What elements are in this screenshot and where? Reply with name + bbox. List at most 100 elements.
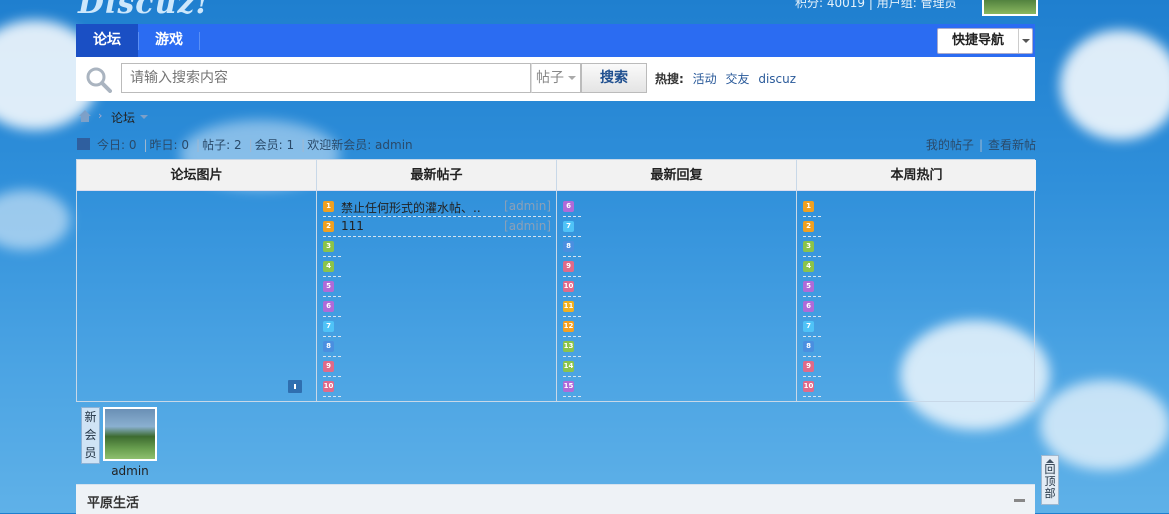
rank-number-badge: 8 <box>563 241 574 252</box>
rank-number-badge: 9 <box>803 361 814 372</box>
list-item: 14 <box>563 357 581 377</box>
nav-item-games[interactable]: 游戏 <box>140 24 198 57</box>
user-avatar[interactable] <box>982 0 1038 16</box>
rank-number-badge: 15 <box>563 381 574 392</box>
breadcrumb-separator: › <box>98 109 103 122</box>
column-header: 论坛图片 <box>77 160 316 191</box>
nav-divider <box>138 32 139 50</box>
rank-number-badge: 4 <box>323 261 334 272</box>
slideshow-pager[interactable] <box>288 380 302 393</box>
view-new-posts-link[interactable]: 查看新帖 <box>988 138 1036 152</box>
search-input[interactable] <box>121 63 531 93</box>
quick-nav-label: 快捷导航 <box>951 33 1004 48</box>
column-latest-posts: 最新帖子 1 禁止任何形式的灌水帖、.. [admin] 2 111 [admin] 3 4 5… <box>317 160 557 401</box>
rank-number-badge: 7 <box>323 321 334 332</box>
rank-number-badge: 6 <box>563 201 574 212</box>
rank-number-badge: 9 <box>323 361 334 372</box>
list-item: 12 <box>563 317 581 337</box>
search-icon <box>86 67 112 93</box>
hot-word-link[interactable]: discuz <box>758 72 796 86</box>
list-item: 5 <box>803 277 821 297</box>
list-item[interactable]: 1 禁止任何形式的灌水帖、.. [admin] <box>323 197 551 217</box>
list-item: 11 <box>563 297 581 317</box>
column-latest-replies: 最新回复 6 7 8 9 10 11 12 13 14 15 <box>557 160 797 401</box>
post-title-link[interactable]: 禁止任何形式的灌水帖、.. <box>341 199 481 216</box>
forum-section-header: 平原生活 <box>76 484 1035 514</box>
rank-number-badge: 10 <box>323 381 334 392</box>
post-author-link[interactable]: [admin] <box>504 199 551 213</box>
search-bar: 帖子 搜索 热搜: 活动 交友 discuz <box>76 57 1035 101</box>
back-to-top-button[interactable]: 回顶部 <box>1041 455 1059 505</box>
home-icon[interactable] <box>78 109 92 123</box>
list-item: 9 <box>803 357 821 377</box>
stat-today: 今日: 0 <box>97 138 137 152</box>
rank-number-badge: 9 <box>563 261 574 272</box>
rank-number-badge: 1 <box>803 201 814 212</box>
back-to-top-label: 回顶部 <box>1044 463 1056 500</box>
list-item: 9 <box>323 357 341 377</box>
nav-divider <box>199 32 200 50</box>
chevron-down-icon[interactable] <box>140 115 148 123</box>
rank-number-badge: 12 <box>563 321 574 332</box>
hot-search-label: 热搜: <box>655 72 684 86</box>
list-item: 8 <box>803 337 821 357</box>
rank-number-badge: 14 <box>563 361 574 372</box>
column-header: 本周热门 <box>797 160 1036 191</box>
rank-number-badge: 13 <box>563 341 574 352</box>
cloud-decoration <box>0 190 70 250</box>
chart-icon <box>77 138 90 150</box>
rank-number-badge: 8 <box>323 341 334 352</box>
quick-nav-button[interactable]: 快捷导航 <box>937 28 1033 54</box>
list-item: 7 <box>323 317 341 337</box>
breadcrumb-item[interactable]: 论坛 <box>111 109 135 126</box>
member-avatar[interactable] <box>103 407 157 461</box>
list-item: 6 <box>803 297 821 317</box>
rank-number-badge: 7 <box>563 221 574 232</box>
search-type-select[interactable]: 帖子 <box>531 63 581 93</box>
stat-yesterday: 昨日: 0 <box>149 138 190 152</box>
collapse-icon[interactable] <box>1014 499 1025 502</box>
cloud-decoration <box>1040 380 1169 470</box>
rank-number-badge: 7 <box>803 321 814 332</box>
rank-number-badge: 8 <box>803 341 814 352</box>
post-title-link[interactable]: 111 <box>341 219 364 233</box>
list-item: 8 <box>323 337 341 357</box>
list-item: 10 <box>803 377 821 397</box>
search-button[interactable]: 搜索 <box>581 63 647 93</box>
list-item[interactable]: 2 111 [admin] <box>323 217 551 237</box>
rank-number-badge: 3 <box>803 241 814 252</box>
list-item: 4 <box>803 257 821 277</box>
list-item: 7 <box>563 217 581 237</box>
hot-word-link[interactable]: 交友 <box>725 72 749 86</box>
column-forum-images: 论坛图片 <box>77 160 317 401</box>
rank-number-badge: 5 <box>803 281 814 292</box>
list-item: 6 <box>323 297 341 317</box>
rank-number-badge: 6 <box>803 301 814 312</box>
member-name[interactable]: admin <box>105 464 155 478</box>
hot-word-link[interactable]: 活动 <box>693 72 717 86</box>
column-header: 最新回复 <box>557 160 796 191</box>
site-logo[interactable]: Discuz! <box>78 0 210 21</box>
main-nav: 论坛 游戏 快捷导航 <box>76 24 1035 57</box>
chevron-down-icon <box>1018 29 1032 53</box>
new-members-label: 新会员 <box>81 407 100 464</box>
search-type-value: 帖子 <box>536 70 564 86</box>
rank-number-badge: 3 <box>323 241 334 252</box>
section-title[interactable]: 平原生活 <box>87 492 139 511</box>
my-posts-link[interactable]: 我的帖子 <box>926 138 974 152</box>
list-item: 9 <box>563 257 581 277</box>
list-item: 15 <box>563 377 581 397</box>
list-item: 10 <box>563 277 581 297</box>
rank-number-badge: 11 <box>563 301 574 312</box>
nav-item-forum[interactable]: 论坛 <box>76 24 138 57</box>
rank-number-badge: 4 <box>803 261 814 272</box>
post-author-link[interactable]: [admin] <box>504 219 551 233</box>
rank-number-badge: 5 <box>323 281 334 292</box>
forum-overview-grid: 论坛图片 最新帖子 1 禁止任何形式的灌水帖、.. [admin] 2 111 [admi… <box>76 159 1036 402</box>
welcome-new-member[interactable]: 欢迎新会员: admin <box>307 138 412 152</box>
list-item: 5 <box>323 277 341 297</box>
stats-text: 今日: 0 | 昨日: 0 | 帖子: 2 | 会员: 1 | 欢迎新会员: admin <box>97 138 413 152</box>
stat-posts: 帖子: 2 <box>202 138 242 152</box>
hot-search: 热搜: 活动 交友 discuz <box>655 70 796 87</box>
list-item: 3 <box>323 237 341 257</box>
